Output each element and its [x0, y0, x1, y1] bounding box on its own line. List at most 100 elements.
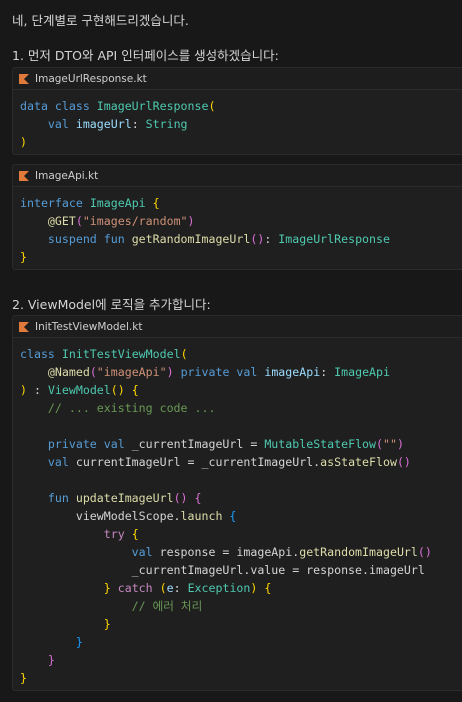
code-token: = — [243, 437, 265, 451]
code-block-header: ImageApi.kt — [13, 165, 462, 187]
code-token: currentImageUrl — [75, 455, 181, 469]
code-token: getRandomImageUrl — [131, 232, 251, 246]
code-block-api: ImageApi.kt interface ImageApi { @GET("i… — [12, 164, 462, 270]
code-line: @Named("imageApi") private val imageApi:… — [20, 363, 462, 381]
code-token: // 에러 처리 — [20, 599, 203, 613]
code-token: MutableStateFlow — [264, 437, 377, 451]
code-token: asStateFlow — [320, 455, 397, 469]
intro-text: 네, 단계별로 구현해드리겠습니다. — [12, 13, 189, 28]
code-token: private val — [173, 365, 265, 379]
code-block-dto: ImageUrlResponse.kt data class ImageUrlR… — [12, 67, 462, 155]
code-token: { — [131, 383, 139, 397]
code-token: getRandomImageUrl — [299, 545, 418, 559]
code-token: } — [20, 671, 27, 685]
code-token: updateImageUrl — [75, 491, 174, 505]
code-token: ViewModel — [47, 383, 111, 397]
code-token: ) — [166, 365, 174, 379]
code-token: _currentImageUrl.value = response.imageU… — [20, 563, 425, 577]
code-line: fun updateImageUrl() { — [20, 489, 462, 507]
code-token: ( — [208, 99, 216, 113]
code-token: { — [194, 491, 202, 505]
code-token: ( — [75, 214, 83, 228]
code-token: imageApi — [264, 365, 321, 379]
code-token: interface — [20, 196, 90, 210]
code-token: val — [20, 545, 160, 559]
code-token: imageUrl — [75, 117, 132, 131]
code-token: suspend fun — [20, 232, 132, 246]
code-token: ) — [20, 383, 27, 397]
code-token: viewModelScope. — [20, 509, 181, 523]
code-token: class — [20, 347, 62, 361]
code-line: suspend fun getRandomImageUrl(): ImageUr… — [20, 230, 462, 248]
code-token: InitTestViewModel — [61, 347, 181, 361]
code-token: () — [250, 232, 265, 246]
code-token: } — [75, 635, 83, 649]
code-line: val currentImageUrl = _currentImageUrl.a… — [20, 453, 462, 471]
code-line: ) : ViewModel() { — [20, 381, 462, 399]
code-token: ) — [20, 135, 27, 149]
code-line: viewModelScope.launch { — [20, 507, 462, 525]
code-token: = _currentImageUrl. — [180, 455, 321, 469]
code-token: catch — [110, 581, 160, 595]
code-content: class InitTestViewModel( @Named("imageAp… — [13, 338, 462, 687]
code-token: ImageApi — [334, 365, 390, 379]
code-line: } — [20, 651, 462, 669]
code-line: } — [20, 669, 462, 687]
code-line: // 에러 처리 — [20, 597, 462, 615]
code-token: val — [20, 117, 76, 131]
code-token: : — [173, 581, 188, 595]
code-token: } — [47, 653, 55, 667]
code-line: ) — [20, 133, 462, 151]
code-token: : — [26, 383, 48, 397]
file-name[interactable]: ImageUrlResponse.kt — [35, 73, 147, 85]
code-line: // ... existing code ... — [20, 399, 462, 417]
code-line: data class ImageUrlResponse( — [20, 97, 462, 115]
file-name[interactable]: InitTestViewModel.kt — [35, 321, 142, 333]
code-token: Exception — [187, 581, 251, 595]
kotlin-file-icon — [19, 321, 29, 332]
code-token: try — [20, 527, 132, 541]
code-line: val response = imageApi.getRandomImageUr… — [20, 543, 462, 561]
code-token: } — [103, 581, 111, 595]
code-token: data class — [20, 99, 97, 113]
code-token: ( — [159, 581, 167, 595]
code-token: ) — [396, 437, 404, 451]
code-token: response — [159, 545, 216, 559]
code-line: } catch (e: Exception) { — [20, 579, 462, 597]
code-token: } — [103, 617, 111, 631]
code-line: val imageUrl: String — [20, 115, 462, 133]
kotlin-file-icon — [19, 73, 29, 84]
code-token: "images/random" — [82, 214, 188, 228]
file-name[interactable]: ImageApi.kt — [35, 170, 98, 182]
code-line: private val _currentImageUrl = MutableSt… — [20, 435, 462, 453]
code-token: : — [131, 117, 146, 131]
code-token: private val — [20, 437, 132, 451]
code-token: _currentImageUrl — [131, 437, 244, 451]
code-token: e — [166, 581, 174, 595]
code-block-viewmodel: InitTestViewModel.kt class InitTestViewM… — [12, 315, 462, 691]
code-token: String — [145, 117, 188, 131]
code-block-header: ImageUrlResponse.kt — [13, 68, 462, 90]
code-token: ( — [89, 365, 97, 379]
code-line: } — [20, 633, 462, 651]
code-token: () — [110, 383, 125, 397]
code-token: { — [152, 196, 160, 210]
code-token: { — [131, 527, 139, 541]
kotlin-file-icon — [19, 170, 29, 181]
code-token: ( — [376, 437, 383, 451]
code-token: // ... existing code ... — [20, 401, 216, 415]
code-content: interface ImageApi { @GET("images/random… — [13, 187, 462, 266]
code-token: () — [417, 545, 432, 559]
code-line: class InitTestViewModel( — [20, 345, 462, 363]
code-line: } — [20, 248, 462, 266]
step2-text: 2. ViewModel에 로직을 추가합니다: — [12, 297, 211, 312]
code-token: ) — [187, 214, 195, 228]
